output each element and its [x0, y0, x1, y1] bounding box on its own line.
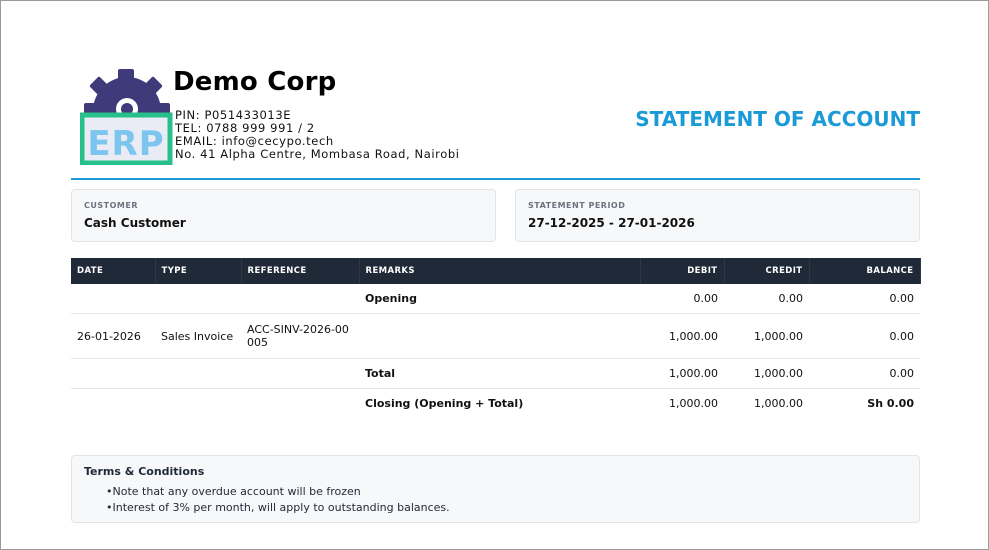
cell-debit: 1,000.00	[669, 397, 718, 410]
cell-credit: 0.00	[724, 284, 809, 314]
cell-reference	[241, 389, 359, 419]
cell-credit: 1,000.00	[724, 358, 809, 389]
document-header: ERP Demo Corp PIN: P051433013E TEL: 0788…	[71, 66, 920, 178]
header-divider	[71, 178, 920, 180]
company-name: Demo Corp	[173, 67, 337, 97]
terms-list: Note that any overdue account will be fr…	[106, 484, 450, 516]
customer-box: CUSTOMER Cash Customer	[71, 189, 496, 242]
cell-debit: 1,000.00	[640, 358, 724, 389]
cell-reference: ACC-SINV-2026-00005	[241, 313, 359, 359]
cell-balance: 0.00	[809, 284, 920, 314]
terms-box: Terms & Conditions Note that any overdue…	[71, 455, 920, 523]
statement-period-box: STATEMENT PERIOD 27-12-2025 - 27-01-2026	[515, 189, 920, 242]
cell-reference	[241, 284, 359, 314]
company-details: PIN: P051433013E TEL: 0788 999 991 / 2 E…	[175, 109, 460, 161]
customer-label: CUSTOMER	[84, 201, 138, 210]
statement-period-label: STATEMENT PERIOD	[528, 201, 626, 210]
column-header-debit: DEBIT	[640, 258, 725, 284]
table-row-transaction: 26-01-2026 Sales Invoice ACC-SINV-2026-0…	[71, 313, 920, 359]
table-row-total: Total 1,000.00 1,000.00 0.00	[71, 358, 920, 389]
company-address: No. 41 Alpha Centre, Mombasa Road, Nairo…	[175, 147, 460, 161]
cell-type: Sales Invoice	[155, 313, 241, 359]
cell-type	[155, 358, 241, 389]
cell-reference	[241, 358, 359, 389]
terms-title: Terms & Conditions	[84, 465, 205, 478]
cell-debit: 1,000.00	[640, 313, 724, 359]
statement-table: DATE TYPE REFERENCE REMARKS DEBIT CREDIT…	[71, 258, 921, 418]
erp-logo: ERP	[79, 69, 174, 166]
cell-remarks: Total	[359, 358, 640, 389]
column-header-reference: REFERENCE	[241, 258, 360, 284]
cell-remarks	[359, 313, 640, 359]
cell-date	[71, 389, 155, 419]
statement-period-value: 27-12-2025 - 27-01-2026	[528, 216, 695, 230]
cell-date	[71, 284, 155, 314]
cell-credit: 1,000.00	[724, 313, 809, 359]
cell-remarks: Opening	[359, 284, 640, 314]
column-header-remarks: REMARKS	[359, 258, 641, 284]
table-row-opening: Opening 0.00 0.00 0.00	[71, 284, 920, 314]
cell-date: 26-01-2026	[71, 313, 155, 359]
table-row-closing: Closing (Opening + Total) 1,000.00 1,000…	[71, 389, 920, 419]
cell-balance: 0.00	[809, 358, 920, 389]
column-header-date: DATE	[71, 258, 156, 284]
column-header-type: TYPE	[155, 258, 242, 284]
cell-debit: 0.00	[640, 284, 724, 314]
terms-item: Note that any overdue account will be fr…	[106, 484, 450, 500]
column-header-balance: BALANCE	[809, 258, 921, 284]
column-header-credit: CREDIT	[724, 258, 810, 284]
cell-credit: 1,000.00	[754, 397, 803, 410]
cell-date	[71, 358, 155, 389]
cell-type	[155, 389, 241, 419]
logo-text: ERP	[87, 124, 164, 164]
cell-remarks: Closing (Opening + Total)	[365, 397, 524, 410]
cell-type	[155, 284, 241, 314]
table-header-row: DATE TYPE REFERENCE REMARKS DEBIT CREDIT…	[71, 258, 921, 284]
customer-name: Cash Customer	[84, 216, 186, 230]
cell-balance: Sh 0.00	[867, 397, 914, 410]
document-title: STATEMENT OF ACCOUNT	[635, 107, 920, 131]
gear-icon: ERP	[79, 69, 173, 166]
terms-item: Interest of 3% per month, will apply to …	[106, 500, 450, 516]
cell-balance: 0.00	[809, 313, 920, 359]
